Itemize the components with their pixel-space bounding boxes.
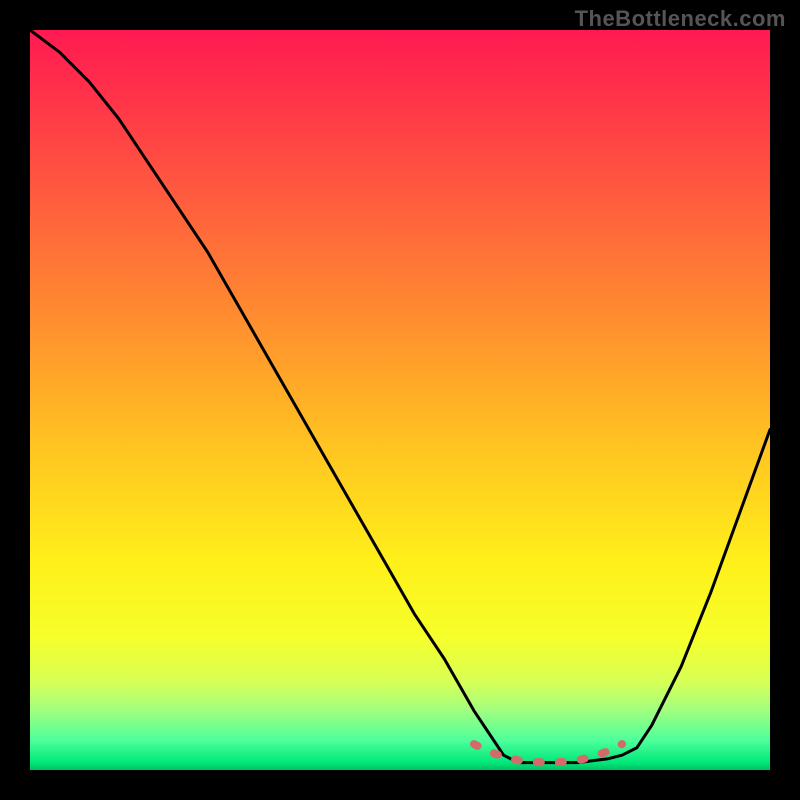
curve-svg xyxy=(30,30,770,770)
bottleneck-curve xyxy=(30,30,770,763)
plot-area xyxy=(30,30,770,770)
chart-frame: TheBottleneck.com xyxy=(0,0,800,800)
watermark-label: TheBottleneck.com xyxy=(575,6,786,32)
